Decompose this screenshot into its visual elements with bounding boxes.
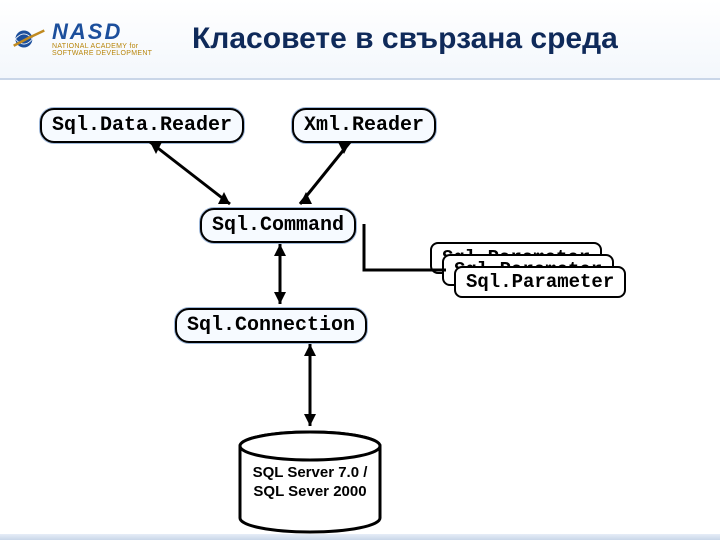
logo-text: NASD NATIONAL ACADEMY for SOFTWARE DEVEL… [52,21,152,57]
header-bar: NASD NATIONAL ACADEMY for SOFTWARE DEVEL… [0,0,720,80]
page-title: Класовете в свързана среда [192,22,618,57]
footer-divider [0,534,720,540]
logo-sub-top: NATIONAL ACADEMY for [52,43,152,50]
diagram-canvas: Sql.Data.Reader Xml.Reader Sql.Command S… [0,80,720,540]
connector-command-parameter [360,220,450,280]
arrow-command-connection [270,240,290,312]
param-card-front: Sql.Parameter [454,266,626,298]
logo-main: NASD [52,21,152,43]
node-sqlconnection: Sql.Connection [175,308,367,343]
arrow-connection-db [300,340,320,434]
globe-swoosh-icon [12,22,46,56]
database-label: SQL Server 7.0 / SQL Sever 2000 [230,464,390,502]
node-sqlparameter-stack: Sql.Parameter Sql.Parameter Sql.Paramete… [430,242,650,300]
logo-sub-bottom: SOFTWARE DEVELOPMENT [52,50,152,57]
arrow-xmlreader-command [290,138,370,218]
db-line2: SQL Sever 2000 [253,483,366,500]
logo-block: NASD NATIONAL ACADEMY for SOFTWARE DEVEL… [12,21,182,57]
database-cylinder: SQL Server 7.0 / SQL Sever 2000 [230,430,390,540]
db-line1: SQL Server 7.0 / [253,464,368,481]
arrow-datareader-command [140,138,260,218]
